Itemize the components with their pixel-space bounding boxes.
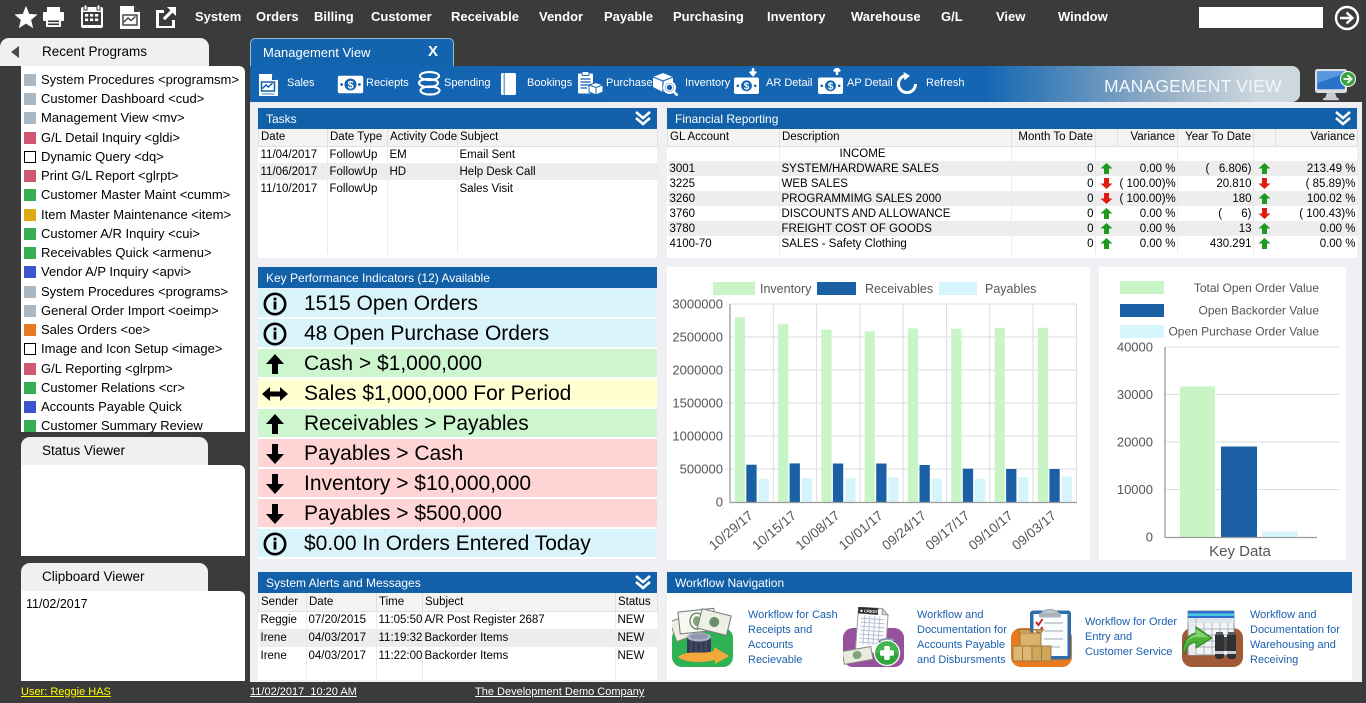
svg-text:Inventory: Inventory	[760, 282, 812, 296]
svg-text:Total Open Order Value: Total Open Order Value	[1194, 281, 1320, 295]
svg-text:1500000: 1500000	[672, 396, 723, 411]
svg-text:20000: 20000	[1117, 435, 1153, 450]
svg-text:2000000: 2000000	[672, 363, 723, 378]
svg-text:10/15/17: 10/15/17	[749, 508, 799, 553]
svg-text:0: 0	[716, 495, 723, 510]
svg-text:10/01/17: 10/01/17	[836, 508, 886, 553]
svg-text:3000000: 3000000	[672, 297, 723, 312]
svg-text:30000: 30000	[1117, 387, 1153, 402]
svg-text:0: 0	[1146, 530, 1153, 545]
svg-text:10/08/17: 10/08/17	[793, 508, 843, 553]
svg-text:Open Purchase Order Value: Open Purchase Order Value	[1168, 325, 1319, 339]
svg-text:09/17/17: 09/17/17	[923, 508, 973, 553]
svg-text:Open Backorder Value: Open Backorder Value	[1198, 304, 1319, 318]
svg-text:$: $	[744, 81, 750, 92]
svg-text:Key Data: Key Data	[1209, 543, 1271, 560]
svg-text:$: $	[347, 79, 353, 91]
svg-text:500000: 500000	[680, 462, 723, 477]
svg-text:10/29/17: 10/29/17	[706, 508, 756, 553]
svg-text:1000000: 1000000	[672, 429, 723, 444]
svg-text:10000: 10000	[1117, 482, 1153, 497]
svg-text:Payables: Payables	[985, 282, 1036, 296]
svg-text:09/03/17: 09/03/17	[1009, 508, 1059, 553]
svg-text:09/10/17: 09/10/17	[966, 508, 1016, 553]
svg-text:2500000: 2500000	[672, 330, 723, 345]
svg-text:Receivables: Receivables	[865, 282, 933, 296]
svg-text:40000: 40000	[1117, 340, 1153, 355]
svg-text:09/24/17: 09/24/17	[879, 508, 929, 553]
svg-text:$: $	[828, 81, 834, 92]
